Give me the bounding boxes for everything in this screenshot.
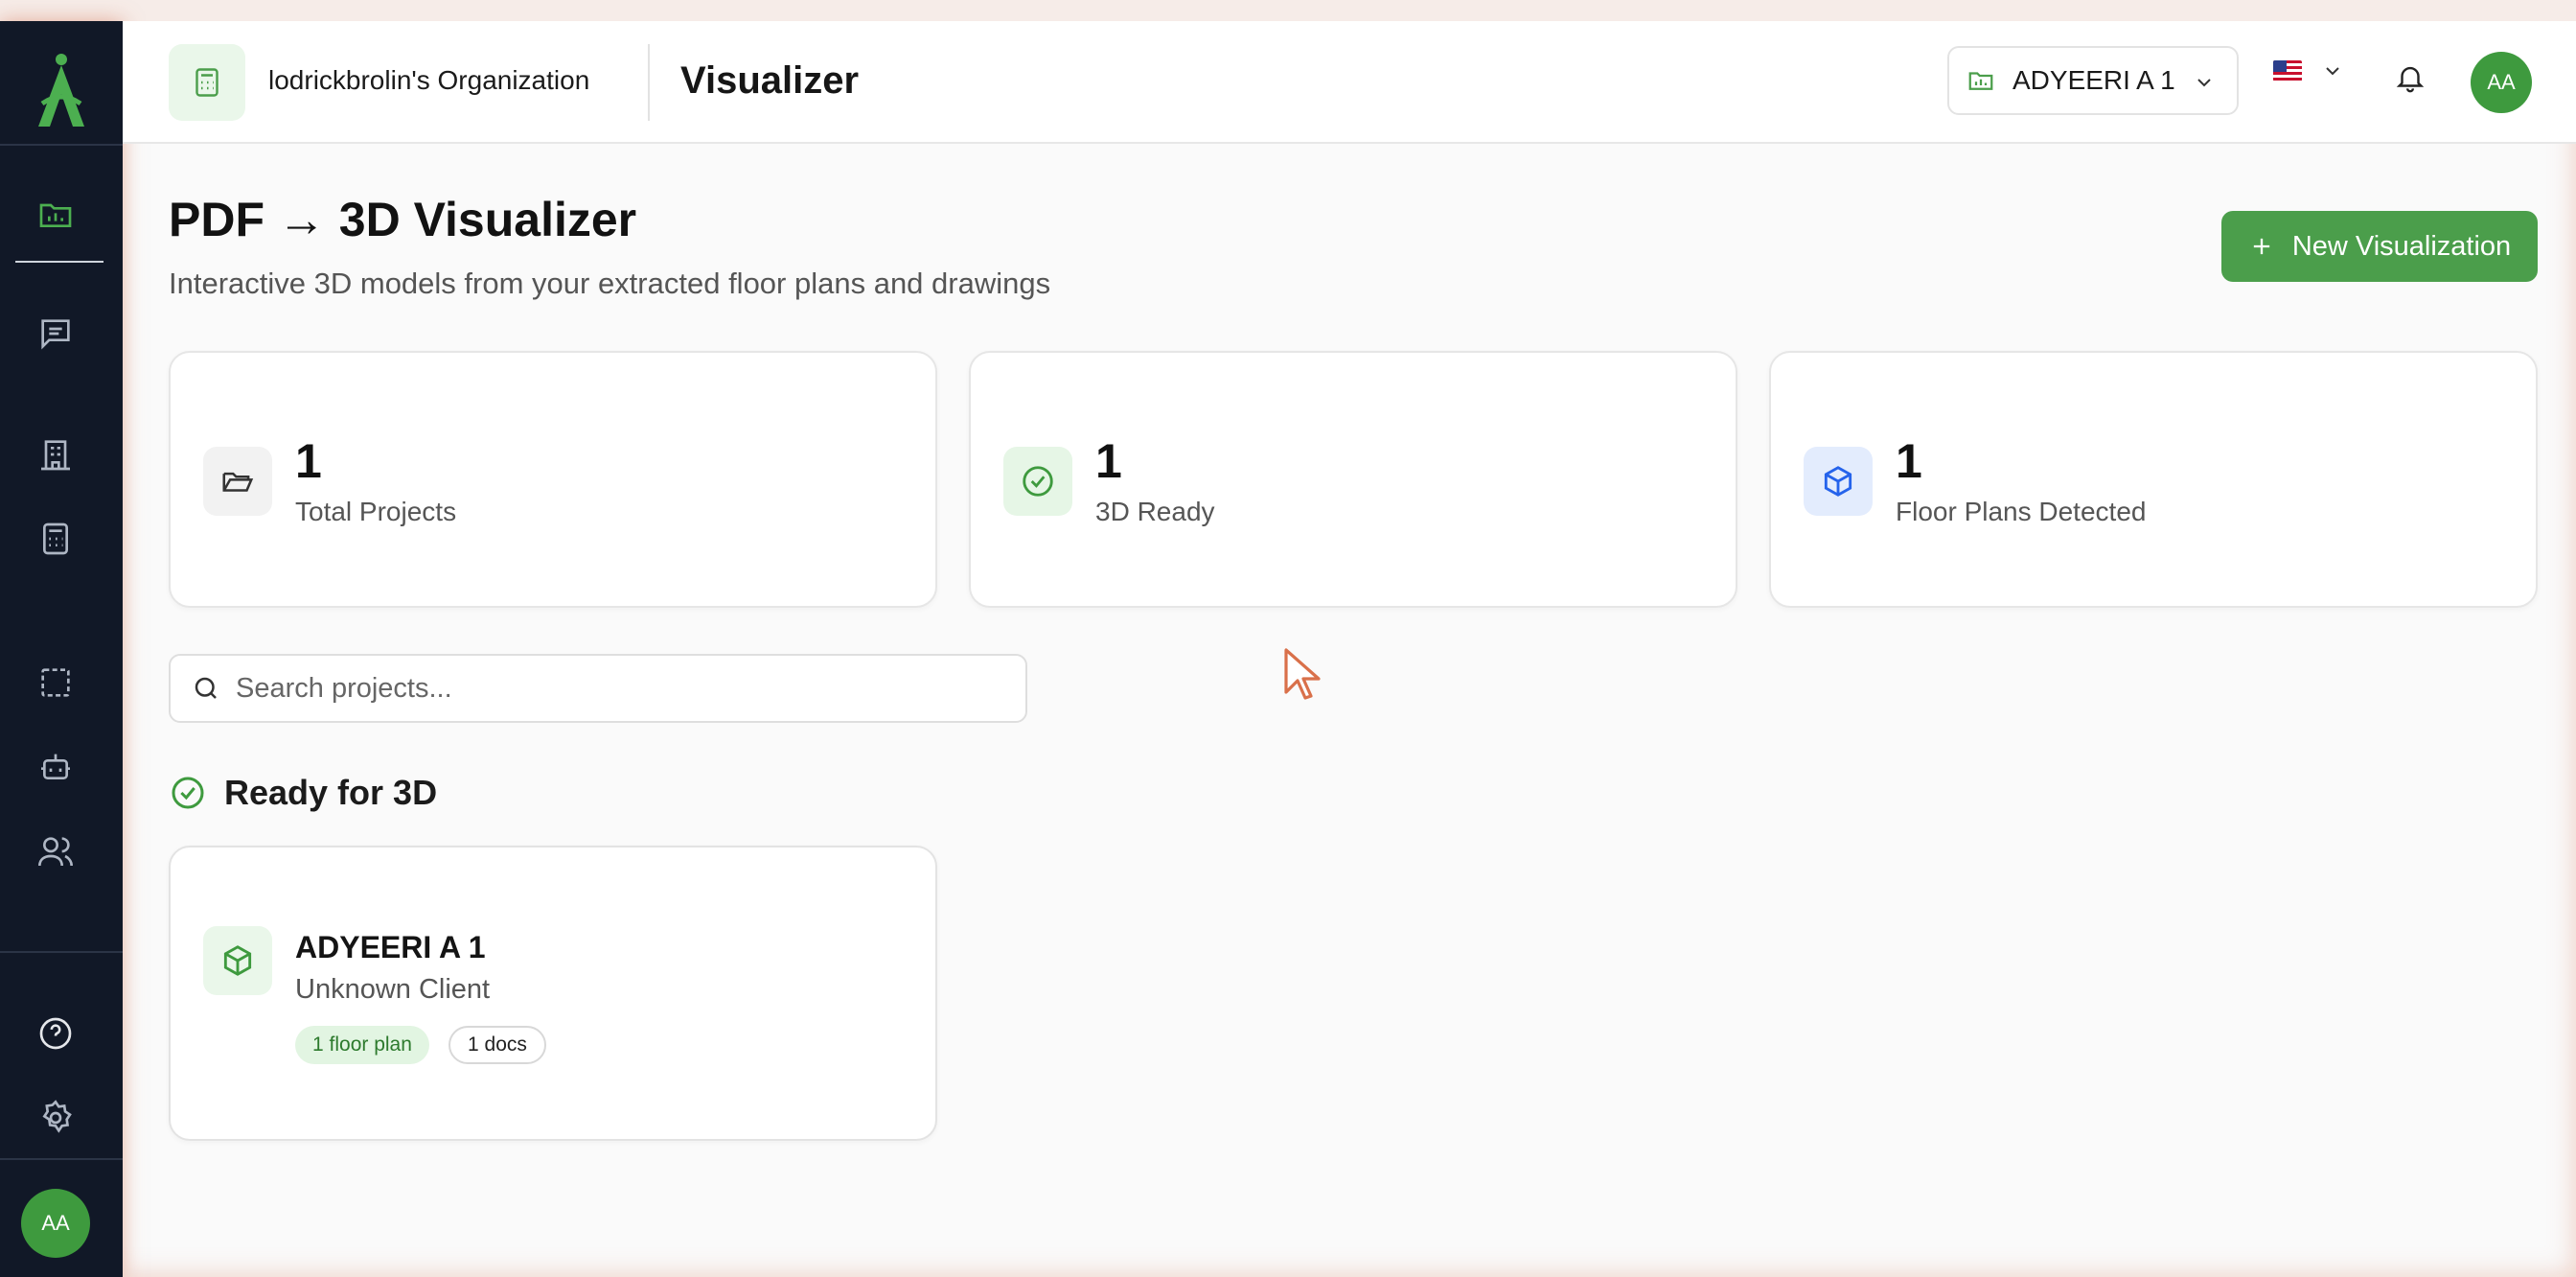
- gear-icon: [42, 1100, 72, 1133]
- sidebar-item-settings[interactable]: [34, 1097, 77, 1139]
- sidebar-item-users[interactable]: [34, 830, 77, 872]
- new-visualization-button[interactable]: New Visualization: [2221, 211, 2538, 282]
- project-select[interactable]: ADYEERI A 1: [1947, 46, 2239, 115]
- org-name[interactable]: lodrickbrolin's Organization: [268, 65, 589, 96]
- project-name: ADYEERI A 1: [295, 930, 486, 964]
- section-title: Ready for 3D: [224, 773, 438, 812]
- help-icon: [39, 1017, 72, 1050]
- message-icon: [41, 319, 70, 350]
- chevron-down-icon: [2197, 79, 2211, 87]
- bell-icon: [2396, 66, 2425, 93]
- active-indicator: [15, 261, 104, 263]
- folder-chart-icon: [1968, 72, 1993, 90]
- app-logo-icon[interactable]: [29, 48, 94, 134]
- stat-card-total-projects: 1 Total Projects: [169, 351, 937, 608]
- sidebar-item-help[interactable]: [34, 1012, 77, 1055]
- search-icon: [195, 677, 217, 699]
- sidebar-item-buildings[interactable]: [34, 433, 77, 476]
- project-card[interactable]: ADYEERI A 1 Unknown Client 1 floor plan …: [169, 846, 937, 1141]
- stat-label: Total Projects: [295, 497, 457, 526]
- building-icon: [41, 440, 70, 471]
- folder-open-icon: [203, 447, 272, 516]
- chevron-down-icon: [2326, 67, 2339, 76]
- language-select[interactable]: [2273, 59, 2344, 82]
- stat-card-3d-ready: 1 3D Ready: [969, 351, 1737, 608]
- org-icon[interactable]: [169, 44, 245, 121]
- floor-plan-badge: 1 floor plan: [295, 1026, 429, 1064]
- sidebar-item-messages[interactable]: [34, 313, 77, 355]
- notifications-button[interactable]: [2394, 61, 2426, 99]
- topbar-divider: [648, 44, 650, 121]
- sidebar-item-selection[interactable]: [34, 662, 77, 704]
- check-circle-icon: [172, 777, 204, 809]
- project-client: Unknown Client: [295, 974, 491, 1005]
- users-icon: [38, 837, 73, 867]
- project-select-label: ADYEERI A 1: [2012, 65, 2175, 95]
- calculator-icon: [196, 68, 218, 97]
- page-subtitle: Interactive 3D models from your extracte…: [169, 267, 1051, 300]
- stat-card-floor-plans: 1 Floor Plans Detected: [1769, 351, 2538, 608]
- stat-label: 3D Ready: [1095, 497, 1215, 526]
- sidebar-avatar[interactable]: AA: [21, 1189, 90, 1258]
- calculator-icon: [43, 522, 68, 555]
- folder-chart-icon: [39, 203, 72, 227]
- user-avatar[interactable]: AA: [2471, 52, 2532, 113]
- us-flag-icon: [2273, 60, 2302, 81]
- check-circle-icon: [1003, 447, 1072, 516]
- cube-icon: [1804, 447, 1873, 516]
- sidebar-item-visualizer[interactable]: [34, 194, 77, 236]
- page-title: PDF → 3D Visualizer: [169, 193, 637, 246]
- bot-icon: [41, 754, 70, 779]
- stat-value: 1: [1896, 434, 1922, 488]
- plus-icon: [2253, 238, 2269, 255]
- docs-badge: 1 docs: [448, 1026, 546, 1064]
- stat-value: 1: [295, 434, 322, 488]
- search-box: [169, 654, 1027, 723]
- sidebar-divider: [0, 951, 123, 953]
- sidebar: AA: [0, 21, 123, 1277]
- page-name: Visualizer: [680, 59, 860, 102]
- cube-icon: [203, 926, 272, 995]
- topbar: lodrickbrolin's Organization Visualizer …: [123, 21, 2576, 144]
- sidebar-item-calculator[interactable]: [34, 518, 77, 560]
- sidebar-item-ai[interactable]: [34, 746, 77, 788]
- stat-label: Floor Plans Detected: [1896, 497, 2147, 526]
- sidebar-divider: [0, 1158, 123, 1160]
- sidebar-divider: [0, 144, 123, 146]
- mouse-cursor-icon: [1282, 646, 1324, 708]
- section-ready-for-3d: Ready for 3D: [169, 773, 437, 813]
- dashed-select-icon: [41, 668, 70, 697]
- stat-value: 1: [1095, 434, 1122, 488]
- new-visualization-label: New Visualization: [2291, 230, 2512, 262]
- search-input[interactable]: [236, 672, 983, 705]
